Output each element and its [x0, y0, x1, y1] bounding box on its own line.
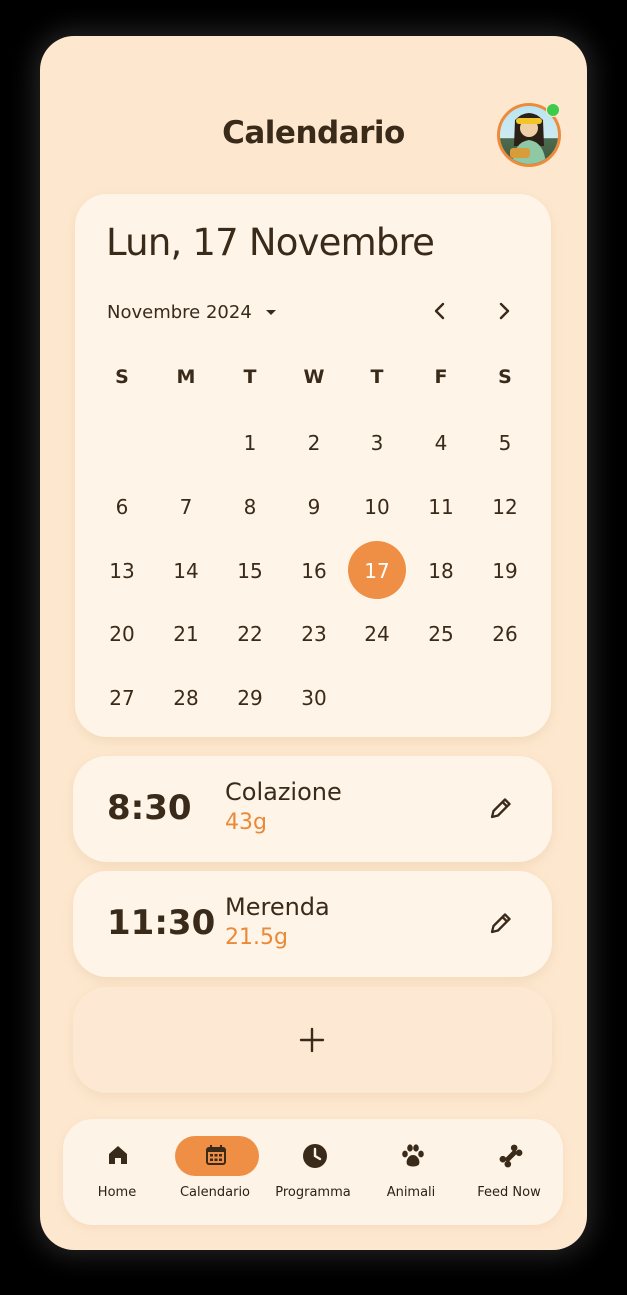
add-meal-button[interactable] — [73, 987, 552, 1093]
meal-card[interactable]: 11:30 Merenda 21.5g — [73, 871, 552, 977]
day-cell[interactable]: 6 — [92, 477, 152, 537]
nav-item-feed-now[interactable]: Feed Now — [461, 1119, 557, 1225]
day-cell[interactable]: 3 — [347, 413, 407, 473]
nav-item-calendario[interactable]: Calendario — [167, 1119, 263, 1225]
day-cell[interactable]: 2 — [284, 413, 344, 473]
day-cell[interactable]: 12 — [475, 477, 535, 537]
meal-quantity: 43g — [225, 810, 267, 835]
bottom-navigation: Home Calendario Programma Animali Feed N… — [63, 1119, 563, 1225]
plus-icon — [299, 1027, 325, 1053]
calendar-icon — [206, 1145, 226, 1165]
online-status-dot — [546, 103, 560, 117]
day-cell[interactable]: 14 — [156, 541, 216, 601]
day-cell[interactable]: 22 — [220, 604, 280, 664]
day-cell[interactable]: 28 — [156, 668, 216, 728]
meal-time: 11:30 — [107, 903, 216, 943]
day-cell[interactable]: 8 — [220, 477, 280, 537]
day-cell[interactable]: 16 — [284, 541, 344, 601]
nav-label: Feed Now — [477, 1185, 541, 1200]
day-cell[interactable]: 7 — [156, 477, 216, 537]
day-cell[interactable]: 10 — [347, 477, 407, 537]
day-cell[interactable]: 18 — [411, 541, 471, 601]
day-cell[interactable]: 13 — [92, 541, 152, 601]
app-screen: Calendario Lun, 17 Novembre Novembre 202… — [40, 36, 587, 1250]
day-cell[interactable]: 29 — [220, 668, 280, 728]
day-cell[interactable]: 15 — [220, 541, 280, 601]
day-cell[interactable]: 25 — [411, 604, 471, 664]
meal-card[interactable]: 8:30 Colazione 43g — [73, 756, 552, 862]
day-cell[interactable]: 9 — [284, 477, 344, 537]
meal-name: Merenda — [225, 893, 330, 921]
day-cell[interactable]: 24 — [347, 604, 407, 664]
day-cell[interactable]: 5 — [475, 413, 535, 473]
day-cell-selected[interactable]: 17 — [347, 541, 407, 601]
meal-quantity: 21.5g — [225, 925, 288, 950]
day-cell[interactable]: 1 — [220, 413, 280, 473]
day-cell[interactable]: 23 — [284, 604, 344, 664]
paw-icon — [402, 1144, 424, 1167]
day-cell[interactable]: 11 — [411, 477, 471, 537]
day-cell[interactable]: 26 — [475, 604, 535, 664]
nav-item-programma[interactable]: Programma — [265, 1119, 361, 1225]
edit-pencil-icon[interactable] — [487, 794, 515, 822]
day-cell[interactable]: 27 — [92, 668, 152, 728]
day-cell[interactable]: 30 — [284, 668, 344, 728]
day-cell[interactable]: 4 — [411, 413, 471, 473]
day-cell[interactable]: 20 — [92, 604, 152, 664]
day-cell[interactable]: 21 — [156, 604, 216, 664]
meal-time: 8:30 — [107, 788, 192, 828]
days-grid: 1 2 3 4 5 6 7 8 9 10 11 12 13 14 15 16 17 18 19 20 21 22 23 24 2… — [75, 194, 551, 737]
day-cell[interactable]: 19 — [475, 541, 535, 601]
home-icon — [109, 1146, 127, 1164]
meal-name: Colazione — [225, 778, 342, 806]
calendar-card: Lun, 17 Novembre Novembre 2024 SMTWTFS 1… — [75, 194, 551, 737]
nav-item-animali[interactable]: Animali — [363, 1119, 459, 1225]
edit-pencil-icon[interactable] — [487, 909, 515, 937]
clock-icon — [303, 1144, 327, 1168]
bone-icon — [499, 1144, 523, 1168]
nav-item-home[interactable]: Home — [69, 1119, 165, 1225]
